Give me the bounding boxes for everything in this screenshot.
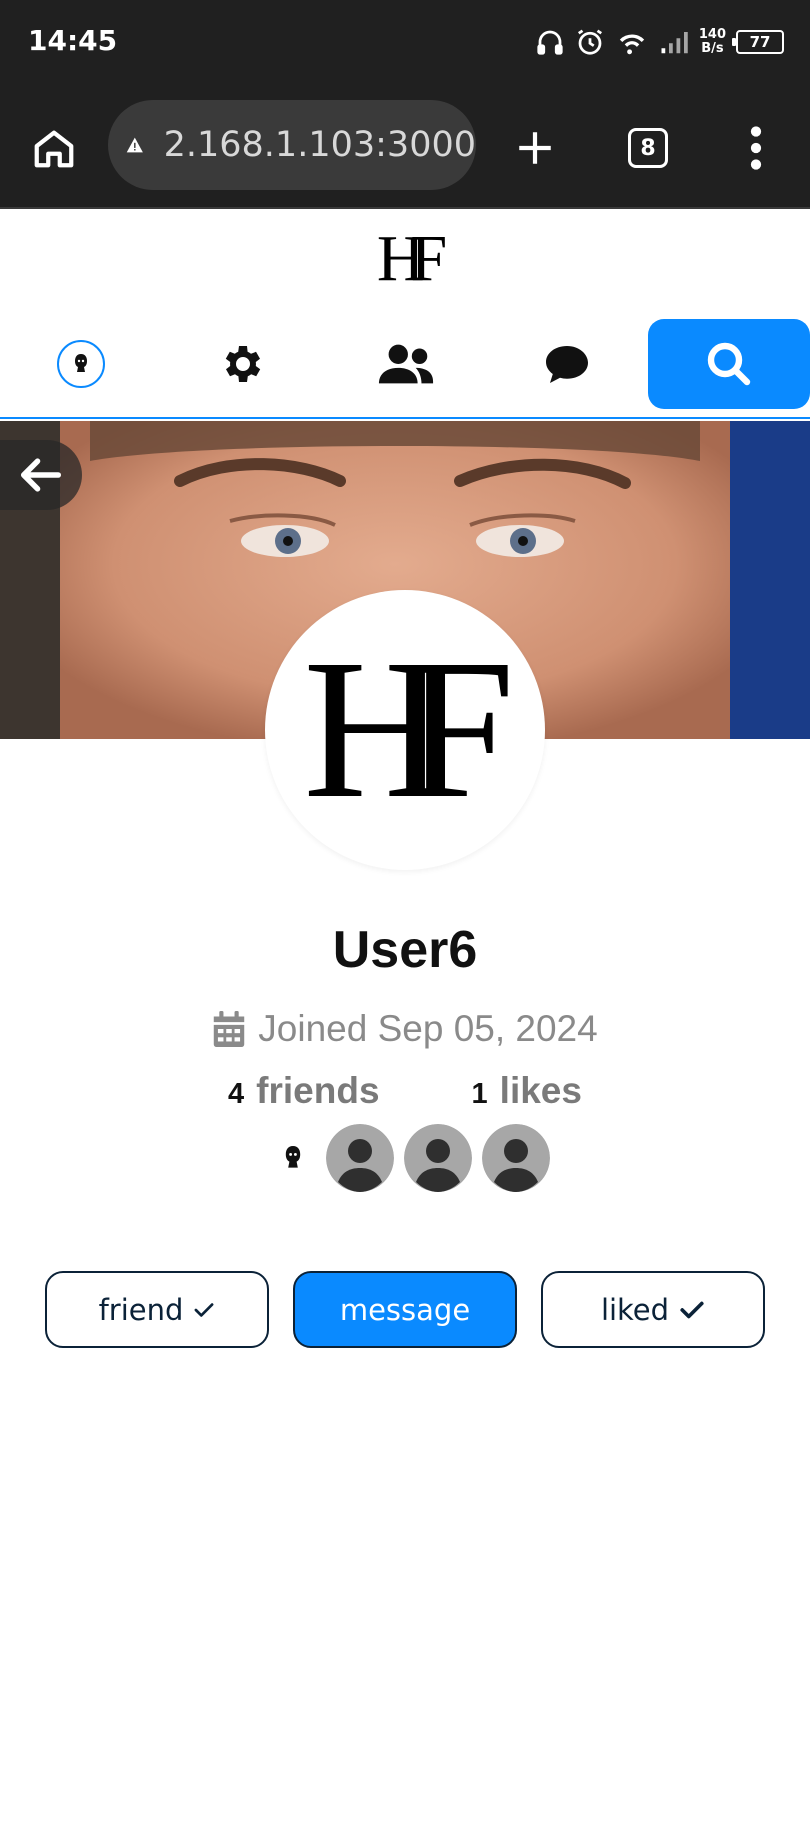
calendar-icon: [214, 1011, 245, 1047]
message-button-label: message: [339, 1292, 471, 1327]
avatar: [57, 340, 105, 388]
main-nav: [0, 319, 810, 419]
alarm-icon: [577, 29, 602, 55]
friends-label: friends: [256, 1070, 380, 1111]
signal-icon: [661, 32, 688, 54]
friend-button-label: friend: [98, 1292, 184, 1327]
friend-avatar[interactable]: [404, 1124, 472, 1192]
nav-profile[interactable]: [40, 319, 122, 409]
friends-count: 4: [228, 1078, 245, 1110]
battery-indicator: 77: [732, 30, 784, 54]
profile-avatar-monogram: HF: [303, 619, 515, 840]
arrow-left-icon: [20, 458, 62, 492]
friend-avatar[interactable]: [482, 1124, 550, 1192]
user-placeholder-icon: [326, 1124, 394, 1192]
more-vert-icon: [750, 126, 762, 170]
net-speed-value: 140: [698, 27, 726, 42]
nav-messages[interactable]: [522, 319, 612, 409]
nav-friends[interactable]: [362, 319, 450, 409]
user-placeholder-icon: [482, 1124, 550, 1192]
back-button[interactable]: [0, 440, 82, 510]
menu-button[interactable]: [728, 120, 784, 176]
warning-icon: [126, 137, 143, 153]
browser-toolbar: 2.168.1.103:3000 8: [0, 82, 810, 209]
avatar-icon: [285, 1146, 301, 1168]
tab-switcher-button[interactable]: 8: [620, 120, 676, 176]
avatar-icon: [75, 354, 87, 372]
message-button[interactable]: message: [293, 1271, 517, 1348]
net-speed-unit: B/s: [701, 41, 724, 56]
likes-label: likes: [499, 1070, 582, 1111]
status-bar: 14:45 140 B/s 77: [0, 0, 810, 82]
likes-count: 1: [471, 1078, 488, 1110]
profile-stats: 4 friends 1 likes: [0, 1070, 810, 1112]
friend-button[interactable]: friend: [45, 1271, 269, 1348]
app-logo[interactable]: HF: [0, 226, 810, 292]
net-speed: 140 B/s: [699, 28, 726, 56]
check-icon: [680, 1301, 704, 1318]
profile-username: User6: [332, 921, 478, 979]
friends-avatars: [270, 1124, 550, 1192]
friends-stat[interactable]: 4 friends: [228, 1070, 380, 1112]
likes-stat[interactable]: 1 likes: [472, 1070, 582, 1112]
plus-icon: [519, 132, 551, 164]
friend-avatar[interactable]: [326, 1124, 394, 1192]
check-icon: [194, 1302, 214, 1317]
headphones-icon: [537, 30, 563, 55]
users-icon: [378, 344, 434, 384]
liked-button-label: liked: [600, 1292, 670, 1327]
new-tab-button[interactable]: [507, 120, 563, 176]
friend-avatar[interactable]: [270, 1124, 316, 1192]
address-bar[interactable]: 2.168.1.103:3000: [108, 100, 476, 190]
gear-icon: [225, 346, 261, 382]
home-button[interactable]: [26, 120, 82, 176]
user-placeholder-icon: [404, 1124, 472, 1192]
chat-icon: [546, 346, 588, 383]
wifi-icon: [619, 34, 645, 55]
joined-text: Joined Sep 05, 2024: [258, 1008, 598, 1049]
home-icon: [34, 130, 74, 168]
status-time: 14:45: [28, 24, 118, 57]
nav-search-button[interactable]: [648, 319, 810, 409]
nav-settings[interactable]: [200, 319, 286, 409]
profile-avatar: HF: [265, 590, 545, 870]
search-icon: [707, 342, 751, 386]
url-text: 2.168.1.103:3000: [163, 125, 476, 165]
profile-actions: friend message liked: [45, 1271, 765, 1348]
tab-count: 8: [628, 128, 668, 168]
liked-button[interactable]: liked: [541, 1271, 765, 1348]
joined-date: Joined Sep 05, 2024: [0, 1008, 810, 1050]
status-icons: 140 B/s 77: [535, 22, 784, 62]
